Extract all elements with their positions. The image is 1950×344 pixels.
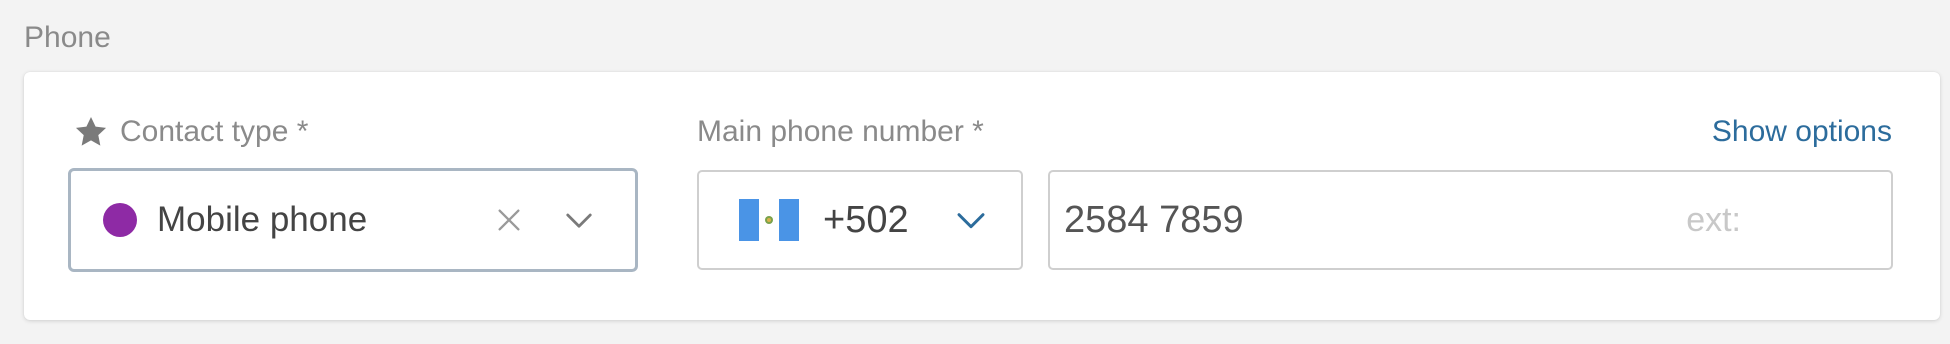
contact-type-label: Contact type * <box>72 112 308 152</box>
close-icon[interactable] <box>489 200 529 240</box>
main-phone-label: Main phone number * <box>697 115 984 148</box>
contact-type-value: Mobile phone <box>157 200 368 239</box>
show-options-link[interactable]: Show options <box>1712 112 1892 152</box>
contact-type-select[interactable]: Mobile phone <box>68 168 638 272</box>
chevron-down-icon[interactable] <box>559 200 599 240</box>
country-code-value: +502 <box>823 198 909 241</box>
phone-number-field[interactable]: 2584 7859 ext: <box>1048 170 1893 270</box>
extension-placeholder[interactable]: ext: <box>1686 201 1741 240</box>
guatemala-flag-icon <box>739 199 799 241</box>
section-title: Phone <box>24 21 111 54</box>
country-code-select[interactable]: +502 <box>697 170 1023 270</box>
contact-type-label-text: Contact type * <box>120 115 309 148</box>
contact-type-color-dot <box>103 203 137 237</box>
star-icon <box>72 113 110 151</box>
chevron-down-icon[interactable] <box>951 200 991 240</box>
phone-number-value: 2584 7859 <box>1064 198 1244 241</box>
